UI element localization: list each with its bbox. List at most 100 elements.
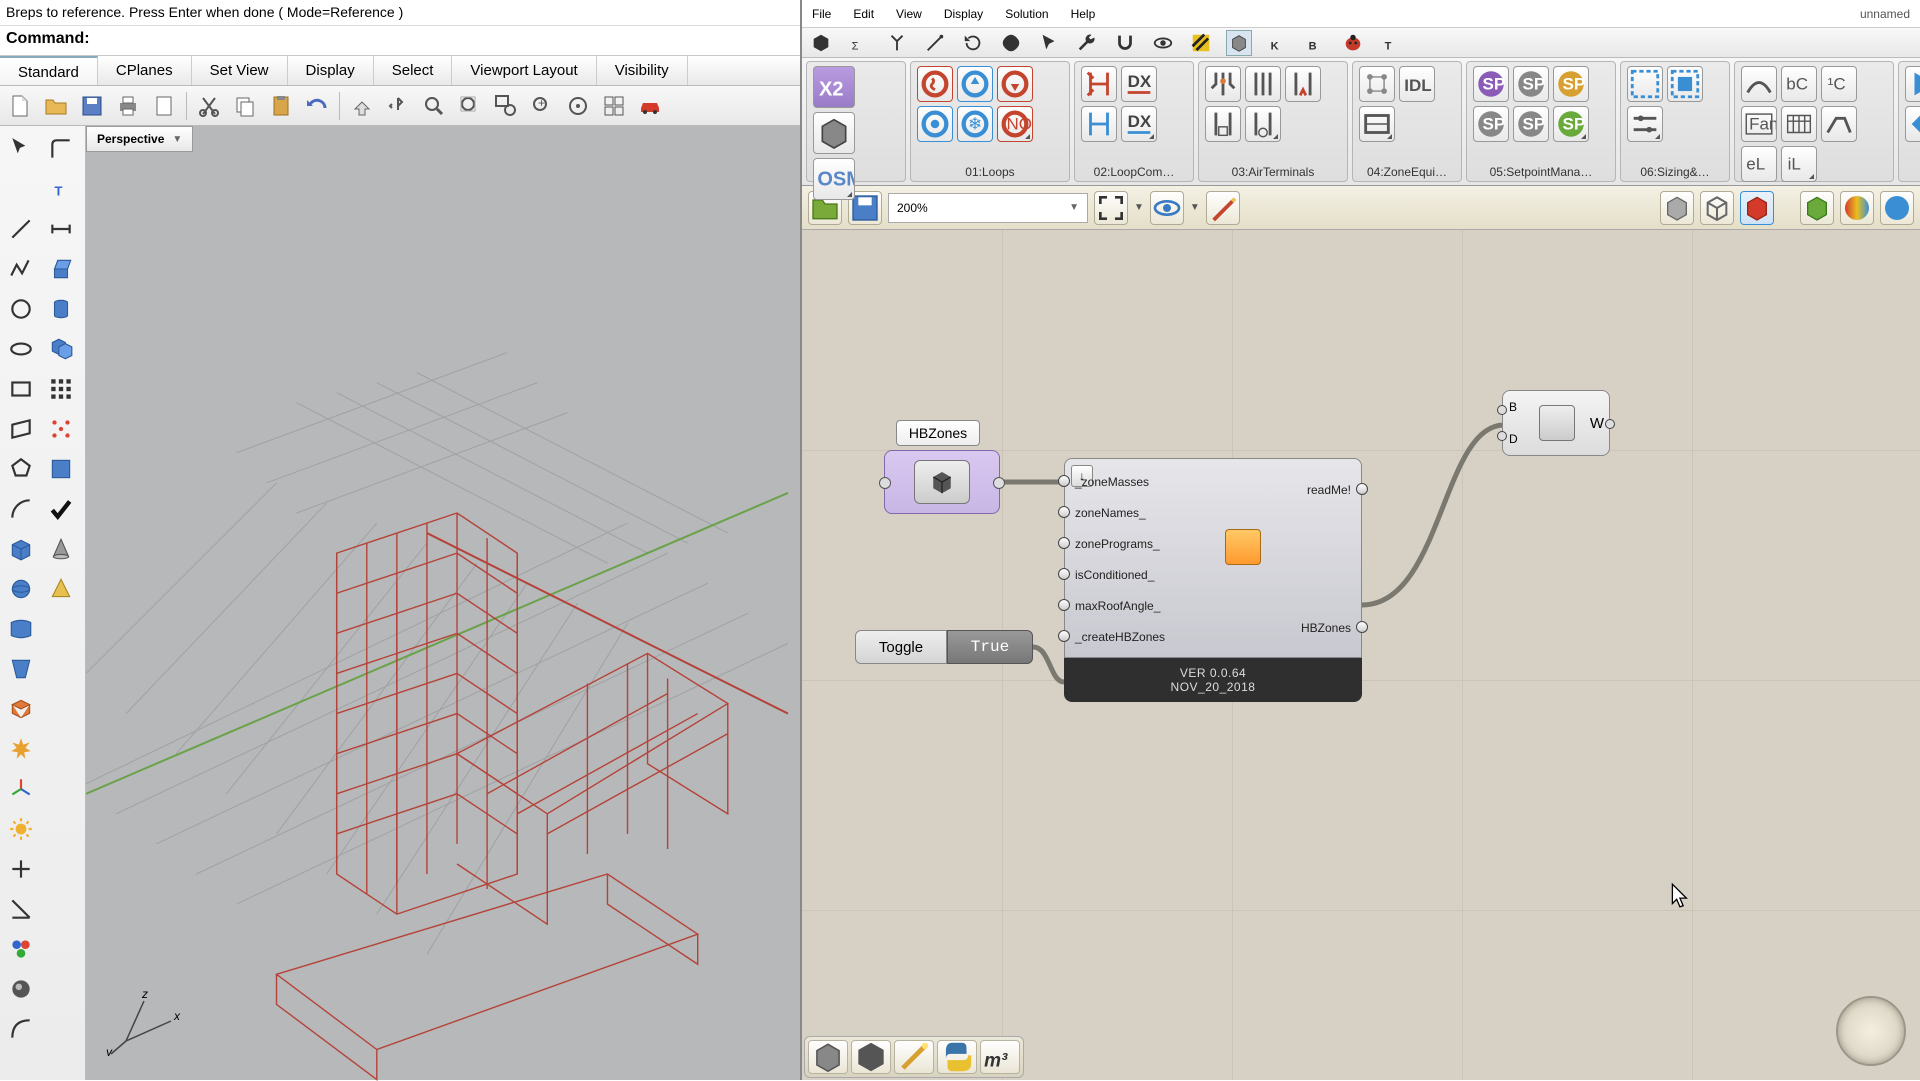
line-icon[interactable] — [2, 210, 40, 248]
hazard-icon[interactable] — [1188, 30, 1214, 56]
cl-1c-icon[interactable]: ¹C — [1821, 66, 1857, 102]
sz-frame2-icon[interactable] — [1667, 66, 1703, 102]
tab-setview[interactable]: Set View — [192, 56, 288, 85]
rectangle-icon[interactable] — [2, 370, 40, 408]
tab-viewport-layout[interactable]: Viewport Layout — [452, 56, 596, 85]
ib-x2-icon[interactable]: X2 — [813, 66, 855, 108]
dock-hex-icon[interactable] — [851, 1040, 891, 1074]
zoom-icon[interactable] — [418, 90, 450, 122]
out-readme[interactable]: readMe! — [1225, 479, 1361, 499]
copy-icon[interactable] — [229, 90, 261, 122]
zoom-selected-icon[interactable]: + — [526, 90, 558, 122]
shade-multi-icon[interactable] — [1840, 191, 1874, 225]
letter-k-icon[interactable]: K — [1264, 30, 1290, 56]
cl-curve-icon[interactable] — [1741, 66, 1777, 102]
shade-green-icon[interactable] — [1800, 191, 1834, 225]
ze-idl-icon[interactable]: IDL — [1399, 66, 1435, 102]
in-maxroofangle[interactable]: maxRoofAngle_ — [1065, 595, 1225, 615]
sphere-icon[interactable] — [2, 570, 40, 608]
perspective-viewport[interactable]: Perspective ▼ — [86, 126, 800, 1080]
hvac-run-icon[interactable] — [1905, 66, 1920, 102]
dock-wand-icon[interactable] — [894, 1040, 934, 1074]
open-file-icon[interactable] — [40, 90, 72, 122]
hexagon-icon[interactable] — [808, 30, 834, 56]
zoom-window-icon[interactable] — [490, 90, 522, 122]
chevron-down-icon[interactable]: ▼ — [172, 134, 182, 145]
sp-grey2-icon[interactable]: SP — [1473, 106, 1509, 142]
trim-icon[interactable] — [2, 850, 40, 888]
cl-sched-icon[interactable] — [1781, 106, 1817, 142]
car-icon[interactable] — [634, 90, 666, 122]
tab-visibility[interactable]: Visibility — [597, 56, 688, 85]
zoom-fit-icon[interactable] — [1094, 191, 1128, 225]
sp-grey-icon[interactable]: SP — [1513, 66, 1549, 102]
wireframe-preview[interactable]: B D W — [1502, 390, 1610, 456]
preview-icon[interactable] — [1150, 191, 1184, 225]
menu-edit[interactable]: Edit — [853, 7, 874, 21]
wrench-icon[interactable] — [1074, 30, 1100, 56]
rotate-view-icon[interactable] — [382, 90, 414, 122]
boolean-toggle[interactable]: Toggle True — [855, 630, 1033, 664]
gh-canvas[interactable]: HBZones Toggle True ↓ _zoneMasses zoneNa… — [802, 230, 1920, 1080]
sp-grey3-icon[interactable]: SP — [1513, 106, 1549, 142]
dim-icon[interactable] — [42, 210, 80, 248]
ze-grid-icon[interactable] — [1359, 66, 1395, 102]
tab-cplanes[interactable]: CPlanes — [98, 56, 192, 85]
render-icon[interactable] — [2, 970, 40, 1008]
at-1-icon[interactable] — [1205, 66, 1241, 102]
loop-no-icon[interactable]: NO — [997, 106, 1033, 142]
sz-ctrl-icon[interactable] — [1627, 106, 1663, 142]
extrude-icon[interactable] — [42, 250, 80, 288]
zoom-select[interactable]: 200%▼ — [888, 193, 1088, 223]
clipboard-icon[interactable] — [148, 90, 180, 122]
in-zonemasses[interactable]: _zoneMasses — [1065, 471, 1225, 491]
new-file-icon[interactable] — [4, 90, 36, 122]
shade-wire-icon[interactable] — [1700, 191, 1734, 225]
canvas-compass[interactable] — [1836, 996, 1906, 1066]
plane-icon[interactable] — [2, 410, 40, 448]
loop-chw-icon[interactable] — [957, 66, 993, 102]
sp-purple-icon[interactable]: SP — [1473, 66, 1509, 102]
circle-icon[interactable] — [2, 290, 40, 328]
revolve-icon[interactable] — [42, 290, 80, 328]
watch-d[interactable]: D — [1509, 432, 1529, 446]
tab-select[interactable]: Select — [374, 56, 453, 85]
sketch-icon[interactable] — [1206, 191, 1240, 225]
ze-unit-icon[interactable] — [1359, 106, 1395, 142]
sp-green-icon[interactable]: SP — [1553, 106, 1589, 142]
mesh-icon[interactable] — [2, 690, 40, 728]
dock-m3-icon[interactable]: m³ — [980, 1040, 1020, 1074]
cursor-icon[interactable] — [1036, 30, 1062, 56]
zoom-target-icon[interactable] — [562, 90, 594, 122]
cl-fan-icon[interactable]: Fan — [1741, 106, 1777, 142]
shade-red-icon[interactable] — [1740, 191, 1774, 225]
sz-frame1-icon[interactable] — [1627, 66, 1663, 102]
ellipse-icon[interactable] — [2, 330, 40, 368]
sp-gold-icon[interactable]: SP — [1553, 66, 1589, 102]
undo-icon[interactable] — [301, 90, 333, 122]
split-icon[interactable] — [2, 890, 40, 928]
viewport-title-bar[interactable]: Perspective ▼ — [86, 126, 193, 152]
text-icon[interactable]: T — [42, 170, 80, 208]
masses-to-zones-component[interactable]: ↓ _zoneMasses zoneNames_ zonePrograms_ i… — [1064, 458, 1362, 702]
at-3-icon[interactable] — [1285, 66, 1321, 102]
magnet-icon[interactable] — [1112, 30, 1138, 56]
curve-tool-icon[interactable] — [2, 1010, 40, 1048]
cut-icon[interactable] — [193, 90, 225, 122]
paint-icon[interactable] — [2, 930, 40, 968]
brep-param[interactable] — [884, 450, 1000, 514]
paste-icon[interactable] — [265, 90, 297, 122]
ladybug-icon[interactable] — [1340, 30, 1366, 56]
at-2-icon[interactable] — [1245, 66, 1281, 102]
in-createhbzones[interactable]: _createHBZones — [1065, 626, 1225, 646]
menu-view[interactable]: View — [896, 7, 922, 21]
pointer-icon[interactable] — [2, 130, 40, 168]
four-view-icon[interactable] — [598, 90, 630, 122]
polygon-icon[interactable] — [2, 450, 40, 488]
polyline-icon[interactable] — [2, 250, 40, 288]
print-icon[interactable] — [112, 90, 144, 122]
cube-3d-icon[interactable] — [1226, 30, 1252, 56]
in-zoneprograms[interactable]: zonePrograms_ — [1065, 533, 1225, 553]
menu-help[interactable]: Help — [1071, 7, 1096, 21]
at-4-icon[interactable] — [1205, 106, 1241, 142]
